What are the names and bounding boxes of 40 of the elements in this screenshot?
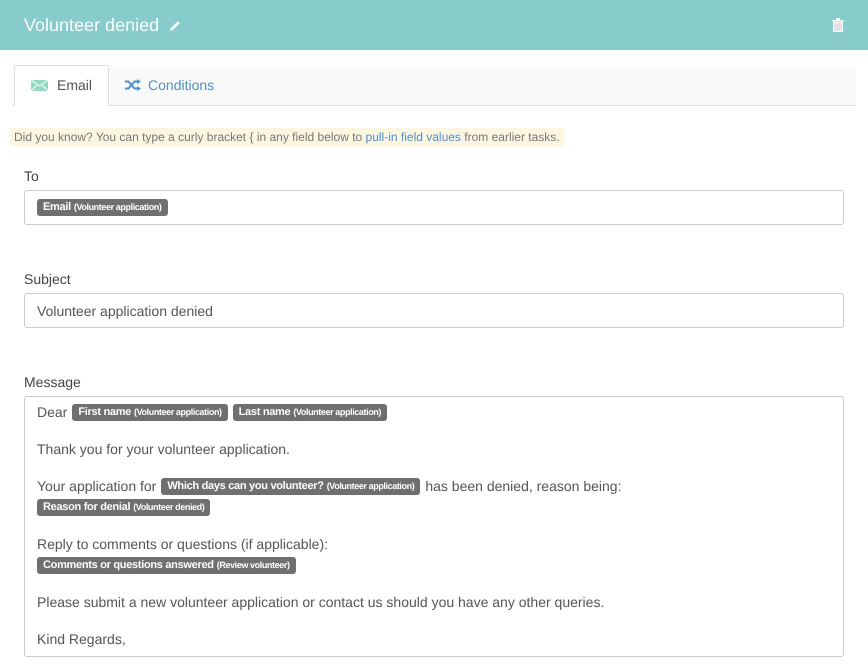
- field-name: Last name: [238, 405, 290, 420]
- field-tag[interactable]: Last name (Volunteer application): [232, 404, 387, 421]
- task-title: Volunteer denied: [24, 14, 160, 36]
- source-task: (Review volunteer): [216, 559, 290, 572]
- field-name: Reason for denial: [43, 500, 130, 515]
- tab[interactable]: Email: [14, 65, 110, 106]
- source-task: (Volunteer application): [74, 201, 162, 214]
- edit-icon[interactable]: [169, 18, 182, 32]
- trash-icon[interactable]: [832, 18, 844, 32]
- message-text: Your application for: [37, 477, 156, 496]
- field-tag[interactable]: First name (Volunteer application): [72, 404, 228, 421]
- field-label: Subject: [24, 270, 72, 289]
- source-task: (Volunteer application): [326, 480, 414, 493]
- field-tag[interactable]: Email (Volunteer application): [37, 199, 168, 216]
- pull-in-link[interactable]: pull-in field values: [366, 130, 461, 144]
- source-task: (Volunteer denied): [133, 501, 204, 514]
- field-name: Email: [43, 200, 71, 215]
- field-name: Comments or questions answered: [43, 558, 214, 573]
- field-tag[interactable]: Reason for denial (Volunteer denied): [37, 499, 210, 516]
- to-field[interactable]: Email (Volunteer application): [24, 190, 844, 225]
- field-tag[interactable]: Comments or questions answered (Review volunteer): [37, 557, 296, 574]
- message-text: Dear: [37, 403, 68, 422]
- tab[interactable]: Conditions: [109, 65, 230, 105]
- message-text: has been denied, reason being:: [425, 477, 622, 496]
- field-name: Which days can you volunteer?: [167, 479, 324, 494]
- message-text: Kind Regards,: [37, 630, 126, 649]
- field-label: Message: [24, 373, 82, 392]
- field-label: To: [24, 167, 40, 186]
- source-task: (Volunteer application): [293, 406, 381, 419]
- message-text: Please submit a new volunteer application or contact us should you have any other queries.: [37, 593, 604, 612]
- message-field[interactable]: [24, 396, 844, 657]
- hint-text: Did you know? You can type a curly bracket { in any field below to pull-in field values from earlier tasks.: [10, 128, 564, 146]
- field-tag[interactable]: Which days can you volunteer? (Volunteer application): [161, 478, 420, 495]
- subject-field[interactable]: Volunteer application denied: [24, 293, 844, 328]
- message-text: Thank you for your volunteer application.: [37, 440, 290, 459]
- shuffle-icon: [125, 79, 142, 91]
- field-name: First name: [78, 405, 131, 420]
- envelope-icon: [31, 80, 48, 91]
- source-task: (Volunteer application): [134, 406, 222, 419]
- message-text: Reply to comments or questions (if applicable):: [37, 535, 328, 554]
